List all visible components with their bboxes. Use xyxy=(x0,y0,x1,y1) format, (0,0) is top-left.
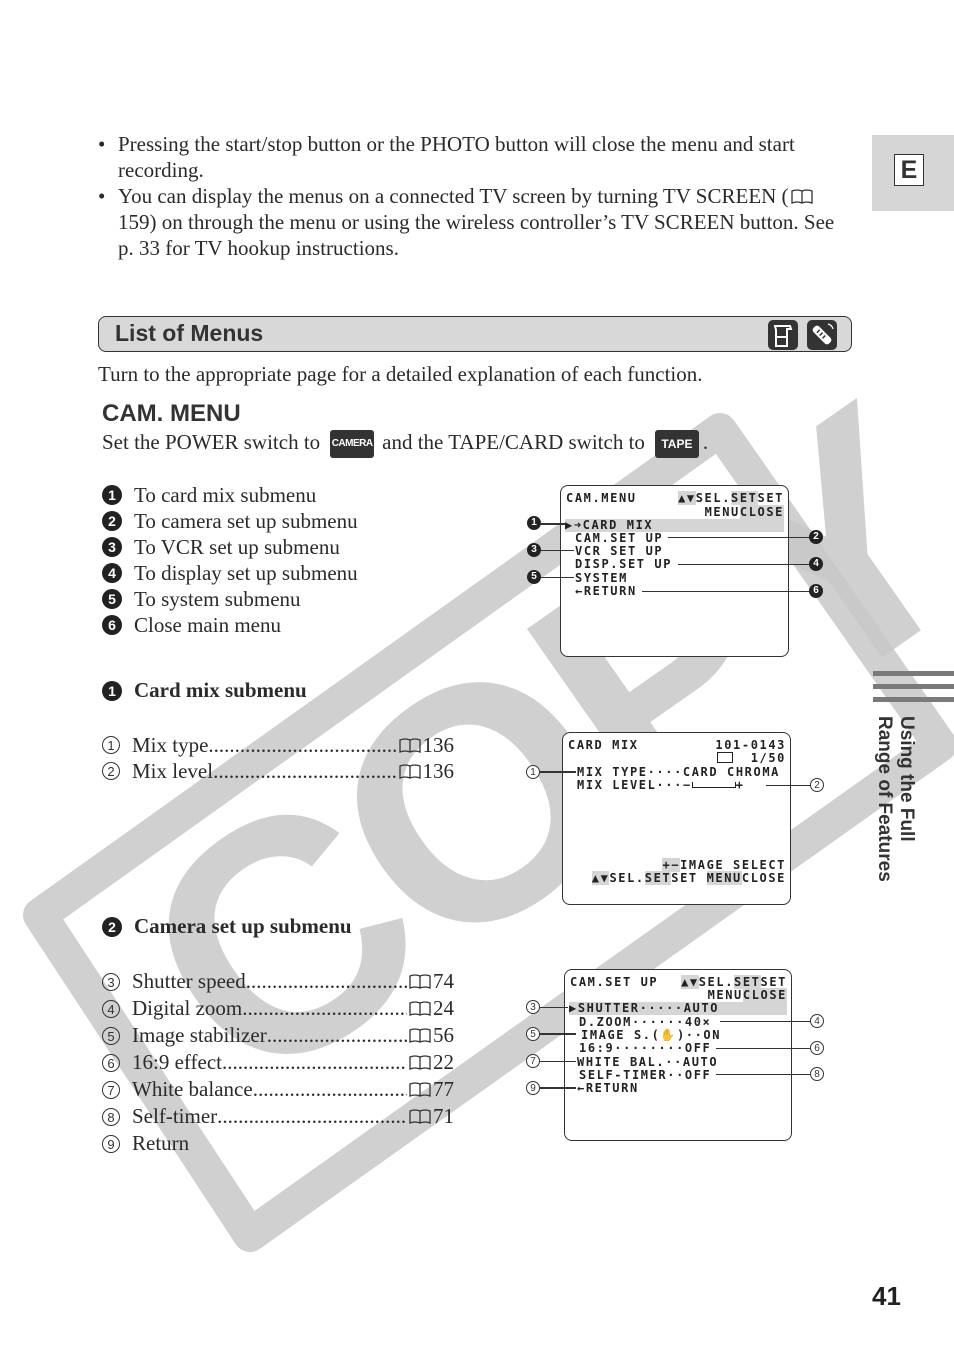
callout-line xyxy=(678,564,809,565)
callout-5: 5 xyxy=(526,1027,540,1041)
camera-setup-screen: CAM.SET UP ▲▼SEL.SETSET MENUCLOSE ▶SHUTT… xyxy=(564,969,792,1141)
list-item: 5Image stabilizer56 xyxy=(102,1022,454,1049)
callout-2: 2 xyxy=(809,530,823,544)
list-item: 2Mix level136 xyxy=(102,758,454,784)
callout-line xyxy=(720,1021,810,1022)
chapter-title: Using the Full Range of Features xyxy=(874,716,917,882)
callout-line xyxy=(642,591,809,592)
list-item: 4 To display set up submenu xyxy=(102,560,358,586)
callout-line xyxy=(540,1007,568,1008)
note-item: You can display the menus on a connected… xyxy=(98,183,848,261)
screen-line: ←RETURN xyxy=(575,584,637,598)
book-icon xyxy=(409,1082,431,1097)
callout-6: 6 xyxy=(810,1041,824,1055)
mix-level-line: MIX LEVEL···− + xyxy=(577,778,745,792)
notes-list: Pressing the start/stop button or the PH… xyxy=(98,131,848,261)
screen-title: CAM.MENU xyxy=(566,491,637,505)
callout-4: 4 xyxy=(809,557,823,571)
book-icon xyxy=(409,974,431,989)
list-item: 4Digital zoom24 xyxy=(102,995,454,1022)
level-bar xyxy=(691,782,736,788)
remote-control-icon xyxy=(807,320,837,350)
list-item: 2 To camera set up submenu xyxy=(102,508,358,534)
screen-nav: ▲▼SEL.SETSET xyxy=(678,491,784,505)
page-number: 41 xyxy=(872,1281,901,1311)
camcorder-icon xyxy=(768,320,798,350)
list-item: 5 To system submenu xyxy=(102,586,358,612)
callout-5: 5 xyxy=(527,570,541,584)
screen-title: CARD MIX xyxy=(568,738,639,752)
book-icon xyxy=(409,1028,431,1043)
callout-line xyxy=(716,1048,810,1049)
list-item: 3 To VCR set up submenu xyxy=(102,534,358,560)
book-icon xyxy=(409,1055,431,1070)
callout-2: 2 xyxy=(810,778,824,792)
list-item: 3Shutter speed74 xyxy=(102,968,454,995)
callout-6: 6 xyxy=(809,584,823,598)
callout-1: 1 xyxy=(527,516,541,530)
screen-line: 16:9········OFF xyxy=(579,1041,712,1055)
screen-line: ←RETURN xyxy=(577,1081,639,1095)
callout-line xyxy=(540,1087,576,1089)
language-label: E xyxy=(894,154,924,186)
camera-setup-heading: 2 Camera set up submenu xyxy=(102,914,352,939)
list-item: 9 Return xyxy=(102,1130,454,1157)
callout-3: 3 xyxy=(526,1000,540,1014)
screen-nav: ▲▼SEL.SETSET MENUCLOSE xyxy=(591,871,786,885)
book-icon xyxy=(398,737,421,753)
callout-8: 8 xyxy=(810,1067,824,1081)
book-icon xyxy=(790,189,813,204)
callout-line xyxy=(541,550,574,551)
callout-line xyxy=(540,1033,576,1035)
list-item: 8Self-timer71 xyxy=(102,1103,454,1130)
chapter-marker-bars xyxy=(873,671,954,710)
book-icon xyxy=(409,1001,431,1016)
callout-1: 1 xyxy=(526,765,540,779)
section-intro: Turn to the appropriate page for a detai… xyxy=(98,362,703,386)
callout-line xyxy=(766,785,810,786)
card-mix-items: 1Mix type136 2Mix level136 xyxy=(102,732,454,784)
camera-mode-badge: CAMERA xyxy=(330,430,375,459)
list-item: 7White balance77 xyxy=(102,1076,454,1103)
camera-setup-items: 3Shutter speed74 4Digital zoom24 5Image … xyxy=(102,968,454,1157)
list-item: 1 To card mix submenu xyxy=(102,482,358,508)
callout-line xyxy=(716,1074,810,1075)
callout-7: 7 xyxy=(526,1054,540,1068)
cam-menu-title: CAM. MENU xyxy=(102,400,241,427)
power-instruction: Set the POWER switch to CAMERA and the TAP… xyxy=(102,430,708,459)
section-title: List of Menus xyxy=(115,320,264,346)
card-mix-screen: CARD MIX 101-0143 1/50 MIX TYPE····CARD … xyxy=(562,732,791,905)
image-count: 1/50 xyxy=(716,752,786,765)
book-icon xyxy=(409,1109,431,1124)
screen-title: CAM.SET UP xyxy=(570,975,659,989)
tape-mode-badge: TAPE xyxy=(654,430,699,459)
list-item: 616:9 effect22 xyxy=(102,1049,454,1076)
callout-line xyxy=(540,771,576,773)
screen-line: DISP.SET UP xyxy=(575,557,673,571)
book-icon xyxy=(398,763,421,779)
callout-line xyxy=(668,537,809,538)
card-mix-heading: 1 Card mix submenu xyxy=(102,678,307,703)
list-item: 6 Close main menu xyxy=(102,612,358,638)
callout-line xyxy=(541,523,566,525)
screen-line-selected: ▶SHUTTER·····AUTO xyxy=(569,1002,787,1015)
note-item: Pressing the start/stop button or the PH… xyxy=(98,131,848,183)
callout-3: 3 xyxy=(527,543,541,557)
callout-4: 4 xyxy=(810,1014,824,1028)
callout-line xyxy=(541,577,574,578)
cam-menu-screen: CAM.MENU ▲▼SEL.SETSET MENUCLOSE ▶➜CARD M… xyxy=(560,485,789,657)
cam-menu-items: 1 To card mix submenu 2 To camera set up s… xyxy=(102,482,358,638)
list-item: 1Mix type136 xyxy=(102,732,454,758)
callout-line xyxy=(540,1061,576,1062)
card-icon xyxy=(716,752,733,763)
language-tab: E xyxy=(872,135,954,211)
callout-9: 9 xyxy=(526,1081,540,1095)
section-header: List of Menus xyxy=(98,316,852,352)
